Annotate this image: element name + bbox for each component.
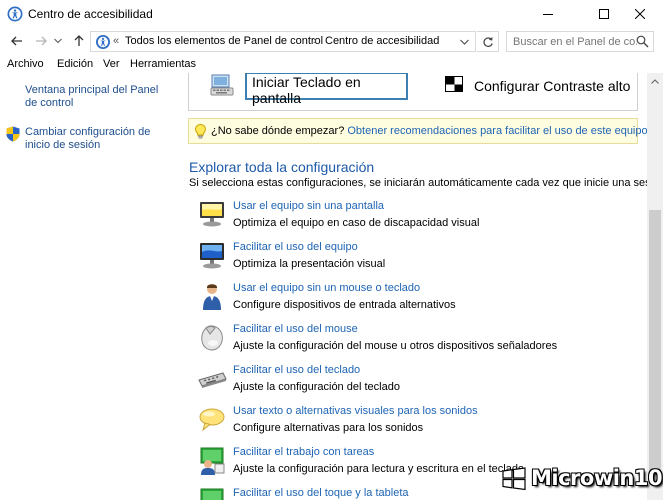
scroll-up-button[interactable] [647,73,663,89]
list-item-no-display[interactable]: Usar el equipo sin una pantalla Optimiza… [197,200,637,238]
control-panel-icon [96,35,110,49]
sidebar: Ventana principal del Panel de control C… [0,73,180,500]
item-description: Ajuste la configuración para lectura y e… [233,463,525,475]
close-icon [635,9,645,19]
breadcrumb-all-items[interactable]: Todos los elementos de Panel de control [125,35,323,47]
watermark: Microwin10 [500,464,663,496]
speech-bubble-icon [199,408,225,432]
list-item-keyboard[interactable]: Facilitar el uso del teclado Ajuste la c… [197,364,637,402]
vertical-scrollbar[interactable] [647,73,663,500]
forward-arrow-icon [36,36,47,46]
search-box[interactable] [506,31,654,52]
item-title[interactable]: Usar texto o alternativas visuales para … [233,405,478,417]
minimize-icon [543,14,553,15]
tasks-icon [200,447,225,475]
item-title[interactable]: Usar el equipo sin un mouse o teclado [233,282,420,294]
item-title[interactable]: Usar el equipo sin una pantalla [233,200,384,212]
recommendations-link[interactable]: Obtener recomendaciones para facilitar e… [347,125,647,137]
high-contrast-icon [445,76,463,92]
navigation-bar: « Todos los elementos de Panel de contro… [0,28,663,54]
search-icon [636,35,649,48]
item-description: Ajuste la configuración del mouse u otro… [233,340,558,352]
forward-button[interactable] [32,33,50,49]
lightbulb-icon [195,124,206,139]
accessibility-center-icon [7,6,23,22]
title-bar: Centro de accesibilidad [0,0,663,28]
chevron-up-icon [651,78,659,84]
address-dropdown-button[interactable] [454,32,474,51]
person-icon [203,284,221,310]
chevron-down-icon [459,39,469,45]
list-item-no-mouse-keyboard[interactable]: Usar el equipo sin un mouse o teclado Co… [197,282,637,320]
start-on-screen-keyboard-button[interactable]: Iniciar Teclado en pantalla [245,73,408,106]
menu-ver[interactable]: Ver [103,58,120,70]
menu-bar: Archivo Edición Ver Herramientas [0,56,663,73]
close-button[interactable] [617,0,663,28]
on-screen-keyboard-icon [210,74,234,96]
item-title[interactable]: Facilitar el uso del teclado [233,364,360,376]
menu-herramientas[interactable]: Herramientas [130,58,196,70]
tip-question: ¿No sabe dónde empezar? [211,125,345,137]
high-contrast-link[interactable]: Configurar Contraste alto [474,78,630,94]
list-item-mouse[interactable]: Facilitar el uso del mouse Ajuste la con… [197,323,637,361]
menu-edicion[interactable]: Edición [57,58,93,70]
chevron-down-icon [54,38,62,44]
touch-icon [200,488,224,500]
windows-logo-icon [502,467,526,491]
keyboard-icon [198,372,227,388]
address-bar[interactable]: « Todos los elementos de Panel de contro… [90,31,476,52]
up-arrow-icon [74,35,84,46]
item-title[interactable]: Facilitar el uso del toque y la tableta [233,487,409,499]
breadcrumb-separator[interactable]: › [313,35,317,47]
minimize-button[interactable] [525,0,571,28]
address-overflow[interactable]: « [113,35,119,47]
monitor-sound-icon [200,202,224,227]
quick-access-panel: Iniciar Teclado en pantalla Configurar C… [188,73,638,111]
section-description: Si selecciona estas configuraciones, se … [189,177,647,189]
scroll-thumb[interactable] [649,210,661,482]
back-button[interactable] [8,33,26,49]
item-description: Ajuste la configuración del teclado [233,381,400,393]
refresh-icon [482,36,493,47]
recommendation-bar: ¿No sabe dónde empezar? Obtener recomend… [188,118,647,144]
menu-archivo[interactable]: Archivo [7,58,44,70]
shield-icon [6,126,20,142]
breadcrumb-accessibility-center[interactable]: Centro de accesibilidad [325,35,439,47]
list-item-sound-alternatives[interactable]: Usar texto o alternativas visuales para … [197,405,637,443]
search-input[interactable] [507,32,637,51]
back-arrow-icon [11,36,22,46]
item-title[interactable]: Facilitar el uso del equipo [233,241,358,253]
mouse-icon [201,325,223,351]
tip-text: ¿No sabe dónde empezar? Obtener recomend… [211,125,647,137]
refresh-button[interactable] [477,31,499,52]
list-item-easier-to-see[interactable]: Facilitar el uso del equipo Optimiza la … [197,241,637,279]
sidebar-item-control-panel-home[interactable]: Ventana principal del Panel de control [25,84,170,110]
recent-locations-button[interactable] [52,33,64,49]
item-title[interactable]: Facilitar el uso del mouse [233,323,358,335]
item-description: Configure alternativas para los sonidos [233,422,424,434]
watermark-text: Microwin10 [531,466,663,490]
up-button[interactable] [70,33,88,49]
item-description: Optimiza el equipo en caso de discapacid… [233,217,480,229]
item-description: Configure dispositivos de entrada altern… [233,299,456,311]
monitor-display-icon [200,243,224,269]
window-title: Centro de accesibilidad [28,7,153,21]
section-title: Explorar toda la configuración [189,159,375,175]
maximize-icon [599,9,609,19]
main-content: Iniciar Teclado en pantalla Configurar C… [180,73,647,500]
item-title[interactable]: Facilitar el trabajo con tareas [233,446,374,458]
item-description: Optimiza la presentación visual [233,258,386,270]
sidebar-item-sign-in-settings[interactable]: Cambiar configuración de inicio de sesió… [25,126,155,152]
